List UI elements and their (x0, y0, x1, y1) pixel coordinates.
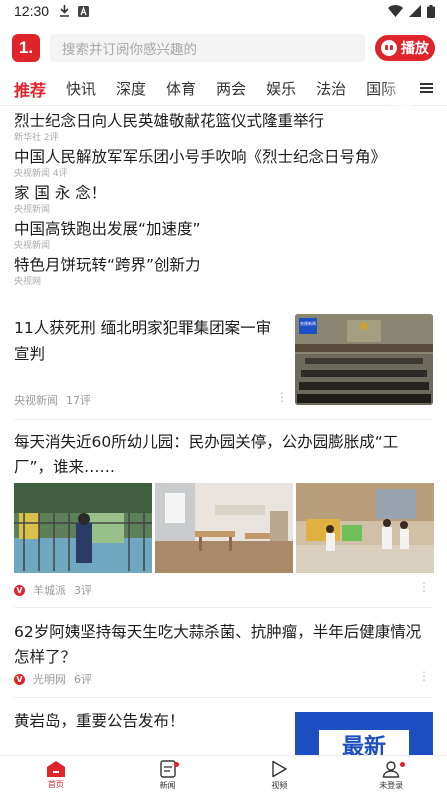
image-title: 最新 (342, 734, 386, 756)
news-title: 62岁阿姨坚持每天生吃大蒜杀菌、抗肿瘤，半年后健康情况怎样了？ (14, 623, 422, 666)
notification-dot (399, 762, 405, 767)
announcement-image: 最新 (295, 712, 433, 756)
verified-icon: V (14, 584, 25, 596)
tab-entertainment[interactable]: 娱乐 (266, 78, 296, 99)
comment-count: 17评 (66, 394, 91, 407)
status-time: 12:30 (14, 3, 50, 19)
list-item[interactable]: 烈士纪念日向人民英雄敬献花篮仪式隆重举行 新华社 2评 (14, 110, 433, 144)
headline-title: 中国高铁跑出发展“加速度” (14, 220, 201, 238)
channel-tabs: 推荐 快讯 深度 体育 两会 娱乐 法治 国际 (0, 72, 447, 106)
search-row: 1. 搜索并订阅你感兴趣的 播放 (0, 24, 447, 72)
news-meta: V 羊城派 3评 (14, 582, 92, 598)
tab-recommend[interactable]: 推荐 (14, 77, 46, 101)
user-icon (382, 761, 400, 778)
news-source: 光明网 (33, 673, 66, 686)
list-item[interactable]: 中国高铁跑出发展“加速度” 央视新闻 (14, 218, 433, 252)
news-card[interactable]: 黄岩岛，重要公告发布！ 最新 (0, 708, 447, 756)
news-card[interactable]: 11人获死刑 缅北明家犯罪集团案一审宣判 央视新闻 17评 ⋮ 央视新闻 (0, 312, 447, 410)
news-title: 黄岩岛，重要公告发布！ (14, 712, 185, 730)
more-options-icon[interactable]: ⋮ (276, 390, 288, 404)
nav-label: 未登录 (379, 781, 404, 790)
headline-meta: 央视新闻 (14, 241, 51, 251)
news-card[interactable]: 每天消失近60所幼儿园：民办园关停，公办园膨胀成“工厂”，谁来…… V 羊城派 … (0, 428, 447, 600)
news-title: 11人获死刑 缅北明家犯罪集团案一审宣判 (14, 319, 272, 363)
headline-meta: 央视网 (14, 277, 42, 287)
robot-icon (381, 40, 397, 56)
headline-list: 烈士纪念日向人民英雄敬献花篮仪式隆重举行 新华社 2评 中国人民解放军军乐团小号… (0, 106, 447, 288)
headline-title: 特色月饼玩转“跨界”创新力 (14, 256, 201, 274)
headline-meta: 央视新闻 (14, 205, 51, 215)
bottom-nav: 首页 新闻 视频 未登录 (0, 755, 447, 795)
verified-icon: V (14, 673, 25, 685)
video-icon (272, 760, 288, 778)
news-source: 羊城派 (33, 584, 66, 597)
menu-icon[interactable] (420, 81, 433, 95)
divider (14, 419, 433, 420)
divider (14, 697, 433, 698)
headline-title: 烈士纪念日向人民英雄敬献花篮仪式隆重举行 (14, 112, 325, 130)
more-options-icon[interactable]: ⋮ (418, 669, 430, 683)
tab-flash[interactable]: 快讯 (66, 78, 96, 99)
comment-count: 3评 (74, 584, 92, 597)
nav-label: 新闻 (159, 781, 176, 790)
home-icon (46, 761, 65, 777)
children-outdoor-image (296, 483, 434, 573)
wifi-icon (388, 5, 403, 17)
battery-icon (427, 4, 435, 18)
signal-icon (409, 5, 421, 17)
tab-sports[interactable]: 体育 (166, 78, 196, 99)
status-bar: 12:30 (0, 0, 447, 22)
tab-depth[interactable]: 深度 (116, 78, 146, 99)
news-title: 每天消失近60所幼儿园：民办园关停，公办园膨胀成“工厂”，谁来…… (14, 433, 399, 476)
nav-home[interactable]: 首页 (0, 756, 112, 795)
headline-title: 家 国 永 念！ (14, 184, 107, 202)
news-meta: 央视新闻 17评 (14, 392, 91, 408)
nav-profile[interactable]: 未登录 (335, 756, 447, 795)
classroom-image (155, 483, 293, 573)
playground-image (14, 483, 152, 573)
app-logo[interactable]: 1. (12, 34, 40, 62)
image-gallery (14, 483, 434, 573)
comment-count: 6评 (74, 673, 92, 686)
play-label: 播放 (401, 41, 429, 57)
divider (14, 607, 433, 608)
news-meta: V 光明网 6评 (14, 671, 92, 687)
search-input[interactable]: 搜索并订阅你感兴趣的 (50, 34, 365, 62)
headline-meta: 新华社 2评 (14, 133, 59, 143)
notification-dot (174, 762, 180, 767)
a-notification-icon (78, 5, 90, 17)
download-icon (60, 5, 70, 17)
more-options-icon[interactable]: ⋮ (418, 580, 430, 594)
nav-label: 首页 (47, 780, 64, 789)
tab-law[interactable]: 法治 (316, 78, 346, 99)
news-source: 央视新闻 (14, 394, 58, 407)
image-badge: 央视新闻 (300, 320, 316, 326)
list-item[interactable]: 特色月饼玩转“跨界”创新力 央视网 (14, 254, 433, 288)
tab-two-sessions[interactable]: 两会 (216, 78, 246, 99)
headline-meta: 央视新闻 4评 (14, 169, 68, 179)
headline-title: 中国人民解放军军乐团小号手吹响《烈士纪念日号角》 (14, 148, 387, 166)
list-item[interactable]: 家 国 永 念！ 央视新闻 (14, 182, 433, 216)
nav-video[interactable]: 视频 (224, 756, 336, 795)
courtroom-image: 央视新闻 (295, 314, 433, 405)
news-card[interactable]: 62岁阿姨坚持每天生吃大蒜杀菌、抗肿瘤，半年后健康情况怎样了？ V 光明网 6评… (0, 619, 447, 691)
nav-news[interactable]: 新闻 (112, 756, 224, 795)
nav-label: 视频 (271, 781, 288, 790)
play-button[interactable]: 播放 (375, 35, 435, 61)
list-item[interactable]: 中国人民解放军军乐团小号手吹响《烈士纪念日号角》 央视新闻 4评 (14, 146, 433, 180)
